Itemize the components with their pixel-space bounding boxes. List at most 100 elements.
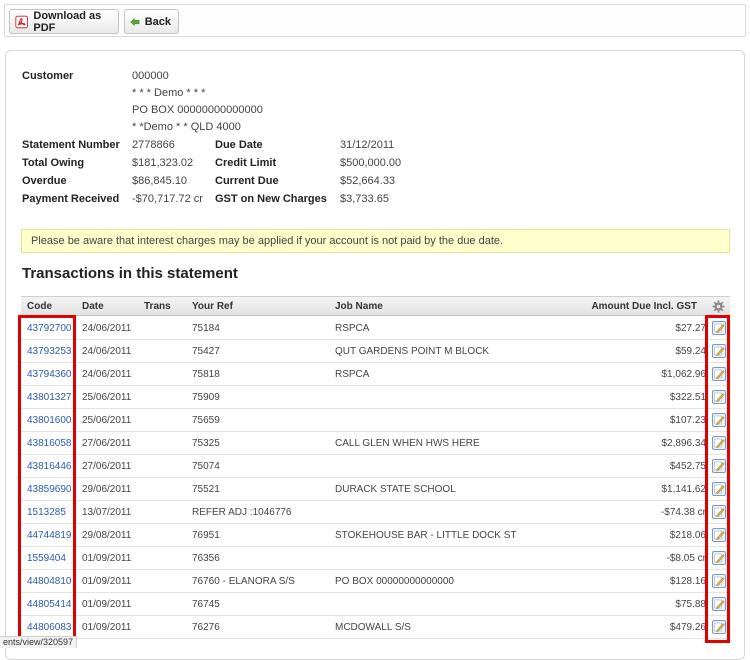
transaction-date: 01/09/2011: [82, 576, 132, 587]
transaction-date: 29/08/2011: [82, 530, 132, 541]
edit-column-highlight: [705, 315, 730, 643]
customer-label: Customer: [22, 70, 74, 82]
column-header-date[interactable]: Date: [82, 301, 104, 312]
gst-value: $3,733.65: [340, 193, 389, 205]
back-button[interactable]: Back: [124, 9, 179, 34]
pdf-icon: [15, 15, 28, 28]
transaction-job-name: MCDOWALL S/S: [335, 622, 411, 633]
transaction-your-ref: 75427: [192, 346, 220, 357]
table-row: 44804810 01/09/2011 76760 - ELANORA S/S PO …: [21, 570, 730, 593]
table-row: 1559404 01/09/2011 76356 -$8.05 cr: [21, 547, 730, 570]
transaction-amount: -$8.05 cr: [666, 553, 706, 564]
transaction-job-name: RSPCA: [335, 369, 370, 380]
transaction-amount: $75.88: [675, 599, 706, 610]
customer-line: * *Demo * * QLD 4000: [132, 121, 241, 133]
customer-line: 000000: [132, 70, 169, 82]
transaction-your-ref: 76951: [192, 530, 220, 541]
transaction-your-ref: 75659: [192, 415, 220, 426]
transaction-date: 24/06/2011: [82, 369, 132, 380]
transaction-your-ref: 76276: [192, 622, 220, 633]
overdue-value: $86,845.10: [132, 175, 188, 187]
statement-number-label: Statement Number: [22, 139, 120, 151]
table-row: 43801327 25/06/2011 75909 $322.51: [21, 386, 730, 409]
transaction-date: 25/06/2011: [82, 392, 132, 403]
download-pdf-label: Download as PDF: [33, 9, 102, 34]
transaction-job-name: STOKEHOUSE BAR - LITTLE DOCK ST: [335, 530, 517, 541]
transaction-date: 29/06/2011: [82, 484, 132, 495]
transaction-amount: $452.75: [669, 461, 706, 472]
current-due-label: Current Due: [215, 175, 279, 187]
transaction-amount: $27.27: [675, 323, 706, 334]
transaction-your-ref: 76356: [192, 553, 220, 564]
transaction-date: 24/06/2011: [82, 346, 132, 357]
statement-panel: Customer 000000 * * * Demo * * * PO BOX …: [5, 50, 745, 660]
interest-notice: Please be aware that interest charges ma…: [21, 229, 730, 253]
transaction-amount: $322.51: [669, 392, 706, 403]
transaction-your-ref: 75074: [192, 461, 220, 472]
transaction-your-ref: 75818: [192, 369, 220, 380]
transaction-amount: $2,896.34: [661, 438, 707, 449]
back-label: Back: [144, 15, 171, 28]
table-row: 44744819 29/08/2011 76951 STOKEHOUSE BAR - …: [21, 524, 730, 547]
column-header-job-name[interactable]: Job Name: [335, 301, 383, 312]
table-row: 43859690 29/06/2011 75521 DURACK STATE SCHO…: [21, 478, 730, 501]
transaction-your-ref: 75184: [192, 323, 220, 334]
table-row: 1513285 13/07/2011 REFER ADJ :1046776 -$74.…: [21, 501, 730, 524]
transaction-amount: $1,062.96: [661, 369, 707, 380]
transaction-date: 24/06/2011: [82, 323, 132, 334]
gst-label: GST on New Charges: [215, 193, 327, 205]
transaction-your-ref: REFER ADJ :1046776: [192, 507, 292, 518]
total-owing-label: Total Owing: [22, 157, 85, 169]
column-header-code[interactable]: Code: [27, 301, 52, 312]
column-header-trans[interactable]: Trans: [144, 301, 171, 312]
credit-limit-value: $500,000.00: [340, 157, 402, 169]
transaction-job-name: CALL GLEN WHEN HWS HERE: [335, 438, 480, 449]
transaction-amount: $107.23: [669, 415, 706, 426]
toolbar: Download as PDF Back: [4, 4, 746, 37]
code-column-highlight: [18, 315, 76, 643]
transaction-your-ref: 76745: [192, 599, 220, 610]
table-row: 43793253 24/06/2011 75427 QUT GARDENS POINT…: [21, 340, 730, 363]
transaction-amount: $218.06: [669, 530, 706, 541]
transactions-header: Code Date Trans Your Ref Job Name Amount…: [21, 296, 730, 316]
current-due-value: $52,664.33: [340, 175, 396, 187]
transaction-amount: -$74.38 cr: [660, 507, 706, 518]
transaction-your-ref: 75521: [192, 484, 220, 495]
table-row: 43816058 27/06/2011 75325 CALL GLEN WHEN HW…: [21, 432, 730, 455]
transaction-amount: $59.24: [675, 346, 706, 357]
transaction-date: 01/09/2011: [82, 553, 132, 564]
transaction-job-name: QUT GARDENS POINT M BLOCK: [335, 346, 490, 357]
credit-limit-label: Credit Limit: [215, 157, 277, 169]
column-header-your-ref[interactable]: Your Ref: [192, 301, 233, 312]
download-pdf-button[interactable]: Download as PDF: [9, 9, 119, 34]
transaction-date: 13/07/2011: [82, 507, 132, 518]
transaction-your-ref: 75909: [192, 392, 220, 403]
customer-line: PO BOX 00000000000000: [132, 104, 263, 116]
transaction-date: 01/09/2011: [82, 599, 132, 610]
due-date-label: Due Date: [215, 139, 263, 151]
table-row: 44805414 01/09/2011 76745 $75.88: [21, 593, 730, 616]
transaction-date: 01/09/2011: [82, 622, 132, 633]
overdue-label: Overdue: [22, 175, 67, 187]
transaction-amount: $128.16: [669, 576, 706, 587]
table-row: 43794360 24/06/2011 75818 RSPCA $1,062.96: [21, 363, 730, 386]
customer-line: * * * Demo * * *: [132, 87, 206, 99]
transactions-title: Transactions in this statement: [22, 265, 238, 282]
back-arrow-icon: [130, 17, 140, 26]
gear-icon[interactable]: [712, 300, 725, 313]
column-header-amount[interactable]: Amount Due Incl. GST: [591, 301, 697, 312]
table-row: 43801600 25/06/2011 75659 $107.23: [21, 409, 730, 432]
transaction-job-name: PO BOX 00000000000000: [335, 576, 454, 587]
transaction-amount: $1,141.62: [661, 484, 707, 495]
transactions-table-body: 43792700 24/06/2011 75184 RSPCA $27.27 437932…: [21, 317, 730, 639]
total-owing-value: $181,323.02: [132, 157, 194, 169]
transaction-your-ref: 76760 - ELANORA S/S: [192, 576, 295, 587]
table-row: 43792700 24/06/2011 75184 RSPCA $27.27: [21, 317, 730, 340]
transaction-amount: $479.26: [669, 622, 706, 633]
table-row: 44806083 01/09/2011 76276 MCDOWALL S/S $479.…: [21, 616, 730, 639]
payment-received-value: -$70,717.72 cr: [132, 193, 203, 205]
due-date-value: 31/12/2011: [340, 139, 395, 151]
status-bar-url: ents/view/320597: [0, 636, 78, 648]
transaction-your-ref: 75325: [192, 438, 220, 449]
transaction-job-name: DURACK STATE SCHOOL: [335, 484, 456, 495]
